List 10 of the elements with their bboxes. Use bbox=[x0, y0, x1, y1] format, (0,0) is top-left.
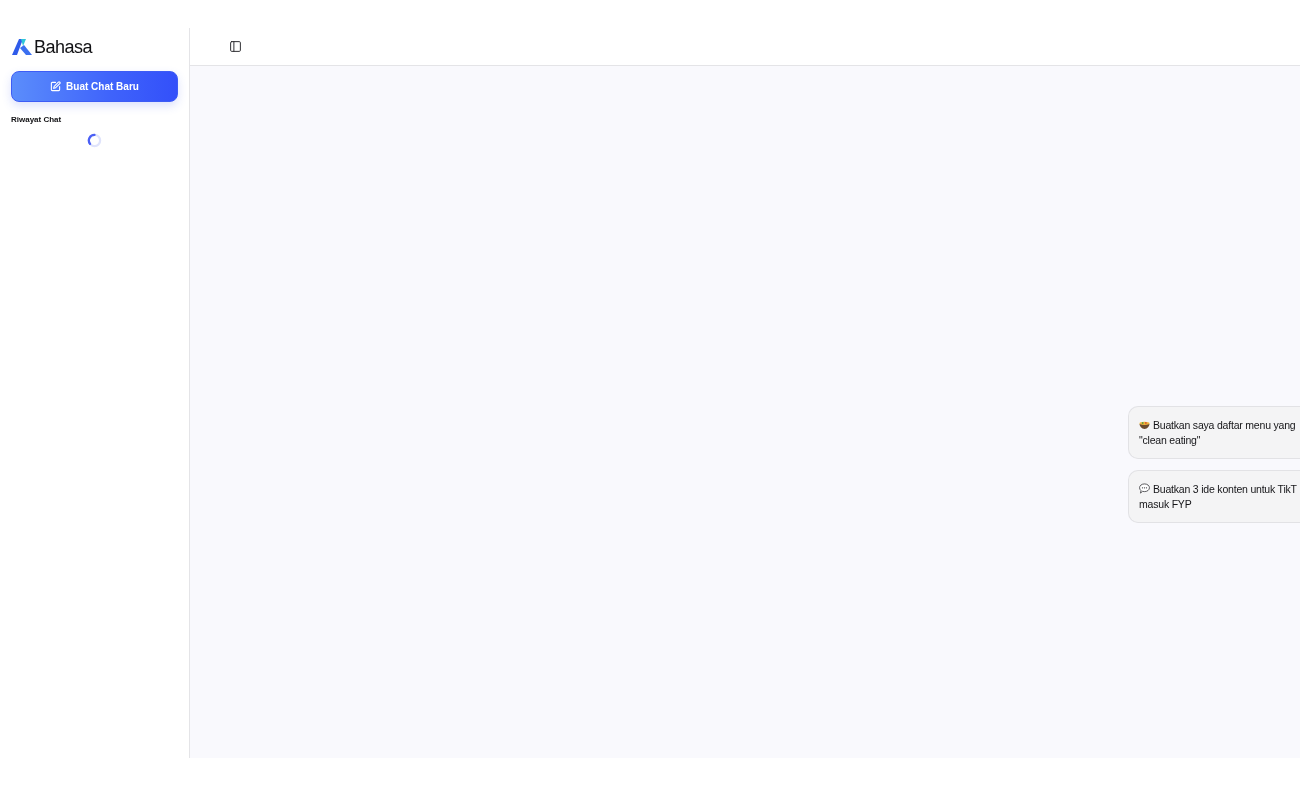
logo-text: Bahasa bbox=[34, 37, 93, 57]
sidebar-toggle-icon[interactable] bbox=[228, 39, 242, 54]
suggestion-card[interactable]: Buatkan saya daftar menu yang "clean eating" bbox=[1128, 406, 1300, 459]
speech-bubble-icon bbox=[1139, 483, 1150, 494]
section-title: Riwayat Chat bbox=[11, 115, 62, 125]
bowl-icon bbox=[1139, 419, 1150, 430]
logo-icon bbox=[12, 39, 32, 55]
edit-icon bbox=[50, 81, 62, 92]
suggestion-card[interactable]: Buatkan 3 ide konten untuk TikT masuk FYP bbox=[1128, 470, 1300, 523]
new-chat-button[interactable]: Buat Chat Baru bbox=[11, 71, 178, 102]
